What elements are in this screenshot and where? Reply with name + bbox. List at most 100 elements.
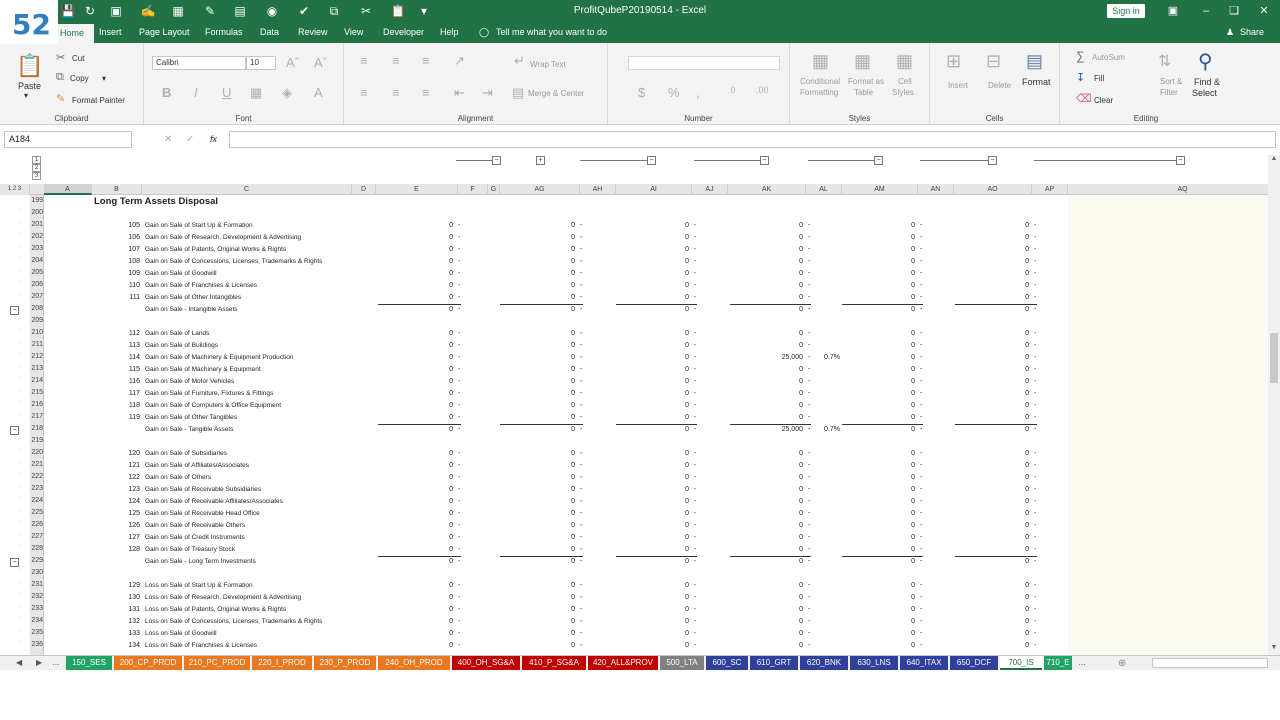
value-cell[interactable]: 0 xyxy=(730,402,803,409)
column-header-an[interactable]: AN xyxy=(918,184,954,195)
sheet-tab[interactable]: ... xyxy=(1074,656,1090,670)
value-cell[interactable]: 0 xyxy=(616,342,689,349)
column-aq-cells[interactable] xyxy=(1068,195,1268,655)
value-cell[interactable]: 0 xyxy=(378,282,453,289)
merge-center-button[interactable]: Merge & Center xyxy=(528,89,584,98)
column-collapse-button[interactable]: − xyxy=(874,156,883,165)
value-cell[interactable]: 0 xyxy=(730,462,803,469)
column-header-al[interactable]: AL xyxy=(806,184,842,195)
value-cell[interactable]: 0 xyxy=(955,366,1029,373)
value-cell[interactable]: 0 xyxy=(500,330,575,337)
value-cell[interactable]: 0 xyxy=(842,546,915,553)
dash-cell[interactable]: - xyxy=(458,630,460,637)
borders-icon[interactable]: ▦ xyxy=(250,85,262,101)
value-cell[interactable]: 0 xyxy=(842,474,915,481)
value-cell[interactable]: 0 xyxy=(500,306,575,313)
sheet-tab[interactable]: 200_CP_PROD xyxy=(114,656,182,670)
dash-cell[interactable]: - xyxy=(808,534,810,541)
dash-cell[interactable]: - xyxy=(458,378,460,385)
format-cells-button[interactable]: Format xyxy=(1022,77,1051,87)
dash-cell[interactable]: - xyxy=(580,510,582,517)
value-cell[interactable]: 0 xyxy=(730,606,803,613)
dash-cell[interactable]: - xyxy=(920,378,922,385)
dash-cell[interactable]: - xyxy=(808,234,810,241)
dash-cell[interactable]: - xyxy=(458,258,460,265)
row-number[interactable]: 201 xyxy=(30,221,44,228)
format-cells-icon[interactable]: ▤ xyxy=(1026,51,1043,72)
value-cell[interactable]: 0 xyxy=(616,258,689,265)
value-cell[interactable]: 0 xyxy=(842,510,915,517)
value-cell[interactable]: 0 xyxy=(500,474,575,481)
formula-input[interactable] xyxy=(229,131,1276,148)
dash-cell[interactable]: - xyxy=(1034,618,1036,625)
dash-cell[interactable]: - xyxy=(458,594,460,601)
brush-icon[interactable]: ✎ xyxy=(202,3,218,19)
ribbon-display-icon[interactable]: ▣ xyxy=(1165,3,1181,19)
sheet-tab[interactable]: 710_E xyxy=(1044,656,1072,670)
value-cell[interactable]: 0 xyxy=(955,294,1029,301)
column-collapse-button[interactable]: − xyxy=(492,156,501,165)
share-button[interactable]: Share xyxy=(1240,27,1264,37)
column-header-f[interactable]: F xyxy=(458,184,488,195)
dash-cell[interactable]: - xyxy=(808,282,810,289)
dash-cell[interactable]: - xyxy=(1034,594,1036,601)
find-select-button[interactable]: Find & xyxy=(1194,77,1220,87)
dash-cell[interactable]: - xyxy=(920,498,922,505)
scroll-down-icon[interactable]: ▼ xyxy=(1269,644,1279,654)
sheet-tab[interactable]: 700_IS xyxy=(1000,656,1042,670)
value-cell[interactable]: 0 xyxy=(842,402,915,409)
row-number[interactable]: 221 xyxy=(30,461,44,468)
dash-cell[interactable]: - xyxy=(458,294,460,301)
value-cell[interactable]: 0 xyxy=(955,414,1029,421)
sheet-tab[interactable]: 610_GRT xyxy=(750,656,798,670)
dash-cell[interactable]: - xyxy=(920,630,922,637)
dash-cell[interactable]: - xyxy=(458,558,460,565)
dash-cell[interactable]: - xyxy=(808,630,810,637)
sign-in-button[interactable]: Sign in xyxy=(1107,4,1145,18)
value-cell[interactable]: 0 xyxy=(955,306,1029,313)
dash-cell[interactable]: - xyxy=(920,246,922,253)
dash-cell[interactable]: - xyxy=(694,258,696,265)
dash-cell[interactable]: - xyxy=(458,582,460,589)
sheet-tab[interactable]: 500_LTA xyxy=(660,656,704,670)
value-cell[interactable]: 0 xyxy=(500,498,575,505)
dash-cell[interactable]: - xyxy=(694,342,696,349)
value-cell[interactable]: 0 xyxy=(378,510,453,517)
value-cell[interactable]: 0 xyxy=(730,366,803,373)
copy-dropdown-icon[interactable]: ▾ xyxy=(102,74,106,83)
dash-cell[interactable]: - xyxy=(458,402,460,409)
value-cell[interactable]: 0 xyxy=(842,486,915,493)
value-cell[interactable]: 0 xyxy=(955,630,1029,637)
sheet-tab[interactable]: 420_ALL&PROV xyxy=(588,656,658,670)
value-cell[interactable]: 25,000 xyxy=(730,354,803,361)
value-cell[interactable]: 0 xyxy=(730,306,803,313)
dash-cell[interactable]: - xyxy=(1034,330,1036,337)
row-number[interactable]: 210 xyxy=(30,329,44,336)
value-cell[interactable]: 0 xyxy=(842,282,915,289)
dash-cell[interactable]: - xyxy=(694,606,696,613)
close-icon[interactable]: ✕ xyxy=(1256,3,1272,19)
dash-cell[interactable]: - xyxy=(580,234,582,241)
minimize-icon[interactable]: – xyxy=(1198,3,1214,19)
dash-cell[interactable]: - xyxy=(1034,426,1036,433)
value-cell[interactable]: 0 xyxy=(842,462,915,469)
dash-cell[interactable]: - xyxy=(580,546,582,553)
value-cell[interactable]: 0 xyxy=(730,642,803,649)
value-cell[interactable]: 0 xyxy=(378,354,453,361)
cell-styles-button-2[interactable]: Styles xyxy=(892,88,914,97)
value-cell[interactable]: 0 xyxy=(955,258,1029,265)
dash-cell[interactable]: - xyxy=(808,258,810,265)
dash-cell[interactable]: - xyxy=(808,642,810,649)
value-cell[interactable]: 0 xyxy=(616,450,689,457)
dash-cell[interactable]: - xyxy=(694,582,696,589)
scroll-thumb[interactable] xyxy=(1270,333,1278,383)
dash-cell[interactable]: - xyxy=(458,510,460,517)
delete-cells-icon[interactable]: ⊟ xyxy=(986,51,1001,72)
redo-icon[interactable]: ↻ xyxy=(82,3,98,19)
value-cell[interactable]: 0 xyxy=(730,582,803,589)
dash-cell[interactable]: - xyxy=(580,498,582,505)
percent-cell[interactable]: 0.7% xyxy=(812,354,840,361)
dash-cell[interactable]: - xyxy=(920,450,922,457)
column-header-g[interactable]: G xyxy=(488,184,500,195)
dash-cell[interactable]: - xyxy=(694,330,696,337)
